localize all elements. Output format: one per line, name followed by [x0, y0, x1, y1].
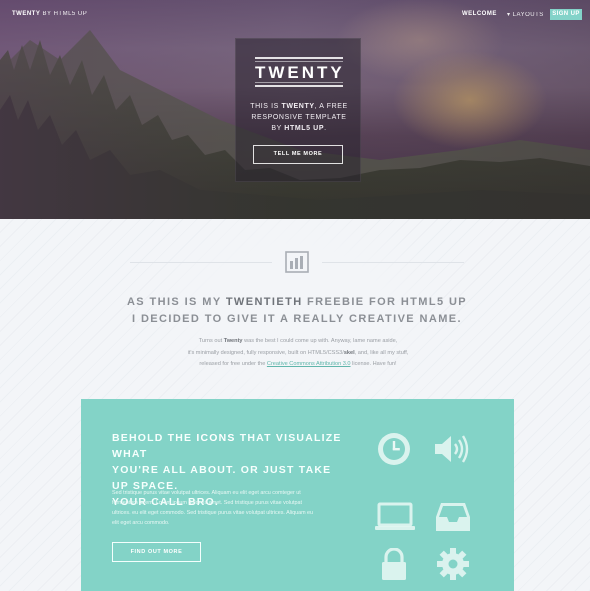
- tell-me-more-button[interactable]: TELL ME MORE: [253, 145, 343, 164]
- hero-desc-text: BY: [271, 125, 285, 132]
- intro-text: was the best I could come up with. Anywa…: [242, 338, 398, 344]
- find-out-more-button[interactable]: FIND OUT MORE: [112, 542, 201, 562]
- bar-chart-icon: [285, 251, 309, 273]
- feature-title-text: BEHOLD THE: [112, 432, 197, 444]
- hero-desc-text: , A FREE: [314, 103, 348, 110]
- hero-desc-text: THIS IS: [250, 103, 282, 110]
- brand-name: TWENTY: [12, 11, 41, 17]
- hero-banner: TWENTY BY HTML5 UP WELCOME ▾ LAYOUTS SIG…: [0, 0, 590, 219]
- hero-panel: TWENTY THIS IS TWENTY, A FREE RESPONSIVE…: [235, 38, 361, 182]
- hero-title: TWENTY: [255, 57, 343, 87]
- speaker-icon: [435, 435, 469, 463]
- hero-desc-text: RESPONSIVE TEMPLATE: [251, 114, 347, 121]
- inbox-icon: [436, 503, 470, 531]
- intro-bold: skel: [343, 349, 355, 356]
- gear-icon: [437, 548, 469, 580]
- feature-text-line: ultrices. eu elit eget commodo. Sed tris…: [112, 510, 314, 516]
- intro-text: license. Have fun!: [350, 361, 397, 367]
- license-link[interactable]: Creative Commons Attribution 3.0: [267, 361, 351, 367]
- sign-up-button[interactable]: SIGN UP: [550, 9, 582, 20]
- hero-description: THIS IS TWENTY, A FREE RESPONSIVE TEMPLA…: [244, 101, 354, 134]
- main-content: AS THIS IS MY TWENTIETH FREEBIE FOR HTML…: [0, 219, 590, 591]
- intro-text: it's minimally designed, fully responsiv…: [187, 349, 344, 356]
- headline-text: FREEBIE FOR HTML5 UP: [302, 296, 468, 308]
- hero-desc-bold: HTML5 UP: [284, 125, 325, 132]
- nav-layouts-dropdown[interactable]: ▾ LAYOUTS: [507, 11, 544, 18]
- laptop-icon: [375, 502, 415, 530]
- feature-text-line: elit eget arcu commodo.: [112, 520, 170, 526]
- nav-welcome-link[interactable]: WELCOME: [462, 11, 497, 17]
- intro-paragraph: Turns out Twenty was the best I could co…: [150, 336, 446, 371]
- site-logo[interactable]: TWENTY BY HTML5 UP: [12, 11, 87, 17]
- divider-right: [322, 262, 464, 263]
- hero-desc-text: .: [324, 125, 327, 132]
- feature-text-line: Sed tristique purus vitae volutpat ultri…: [112, 490, 301, 496]
- feature-title-bold: ICONS: [196, 432, 236, 444]
- headline-text: I DECIDED TO GIVE IT A REALLY CREATIVE N…: [132, 313, 462, 325]
- feature-paragraph: Sed tristique purus vitae volutpat ultri…: [112, 488, 352, 528]
- intro-headline: AS THIS IS MY TWENTIETH FREEBIE FOR HTML…: [110, 294, 484, 328]
- top-navigation: TWENTY BY HTML5 UP WELCOME ▾ LAYOUTS SIG…: [0, 0, 590, 30]
- hero-desc-bold: TWENTY: [281, 103, 315, 110]
- intro-text: released for free under the: [199, 361, 267, 367]
- divider-left: [130, 262, 272, 263]
- intro-text: , and, like all my stuff,: [354, 349, 409, 356]
- intro-bold: Twenty: [223, 338, 243, 344]
- intro-text: Turns out: [198, 338, 224, 344]
- feature-text-line: fermentum lorem. Lorem ipsum dolor sit a…: [112, 500, 302, 506]
- headline-text: AS THIS IS MY: [126, 296, 226, 308]
- feature-panel: BEHOLD THE ICONS THAT VISUALIZE WHAT YOU…: [81, 399, 514, 591]
- clock-icon: [378, 433, 410, 465]
- brand-suffix: BY HTML5 UP: [40, 11, 88, 17]
- headline-bold: TWENTIETH: [225, 296, 303, 308]
- lock-icon: [382, 548, 406, 580]
